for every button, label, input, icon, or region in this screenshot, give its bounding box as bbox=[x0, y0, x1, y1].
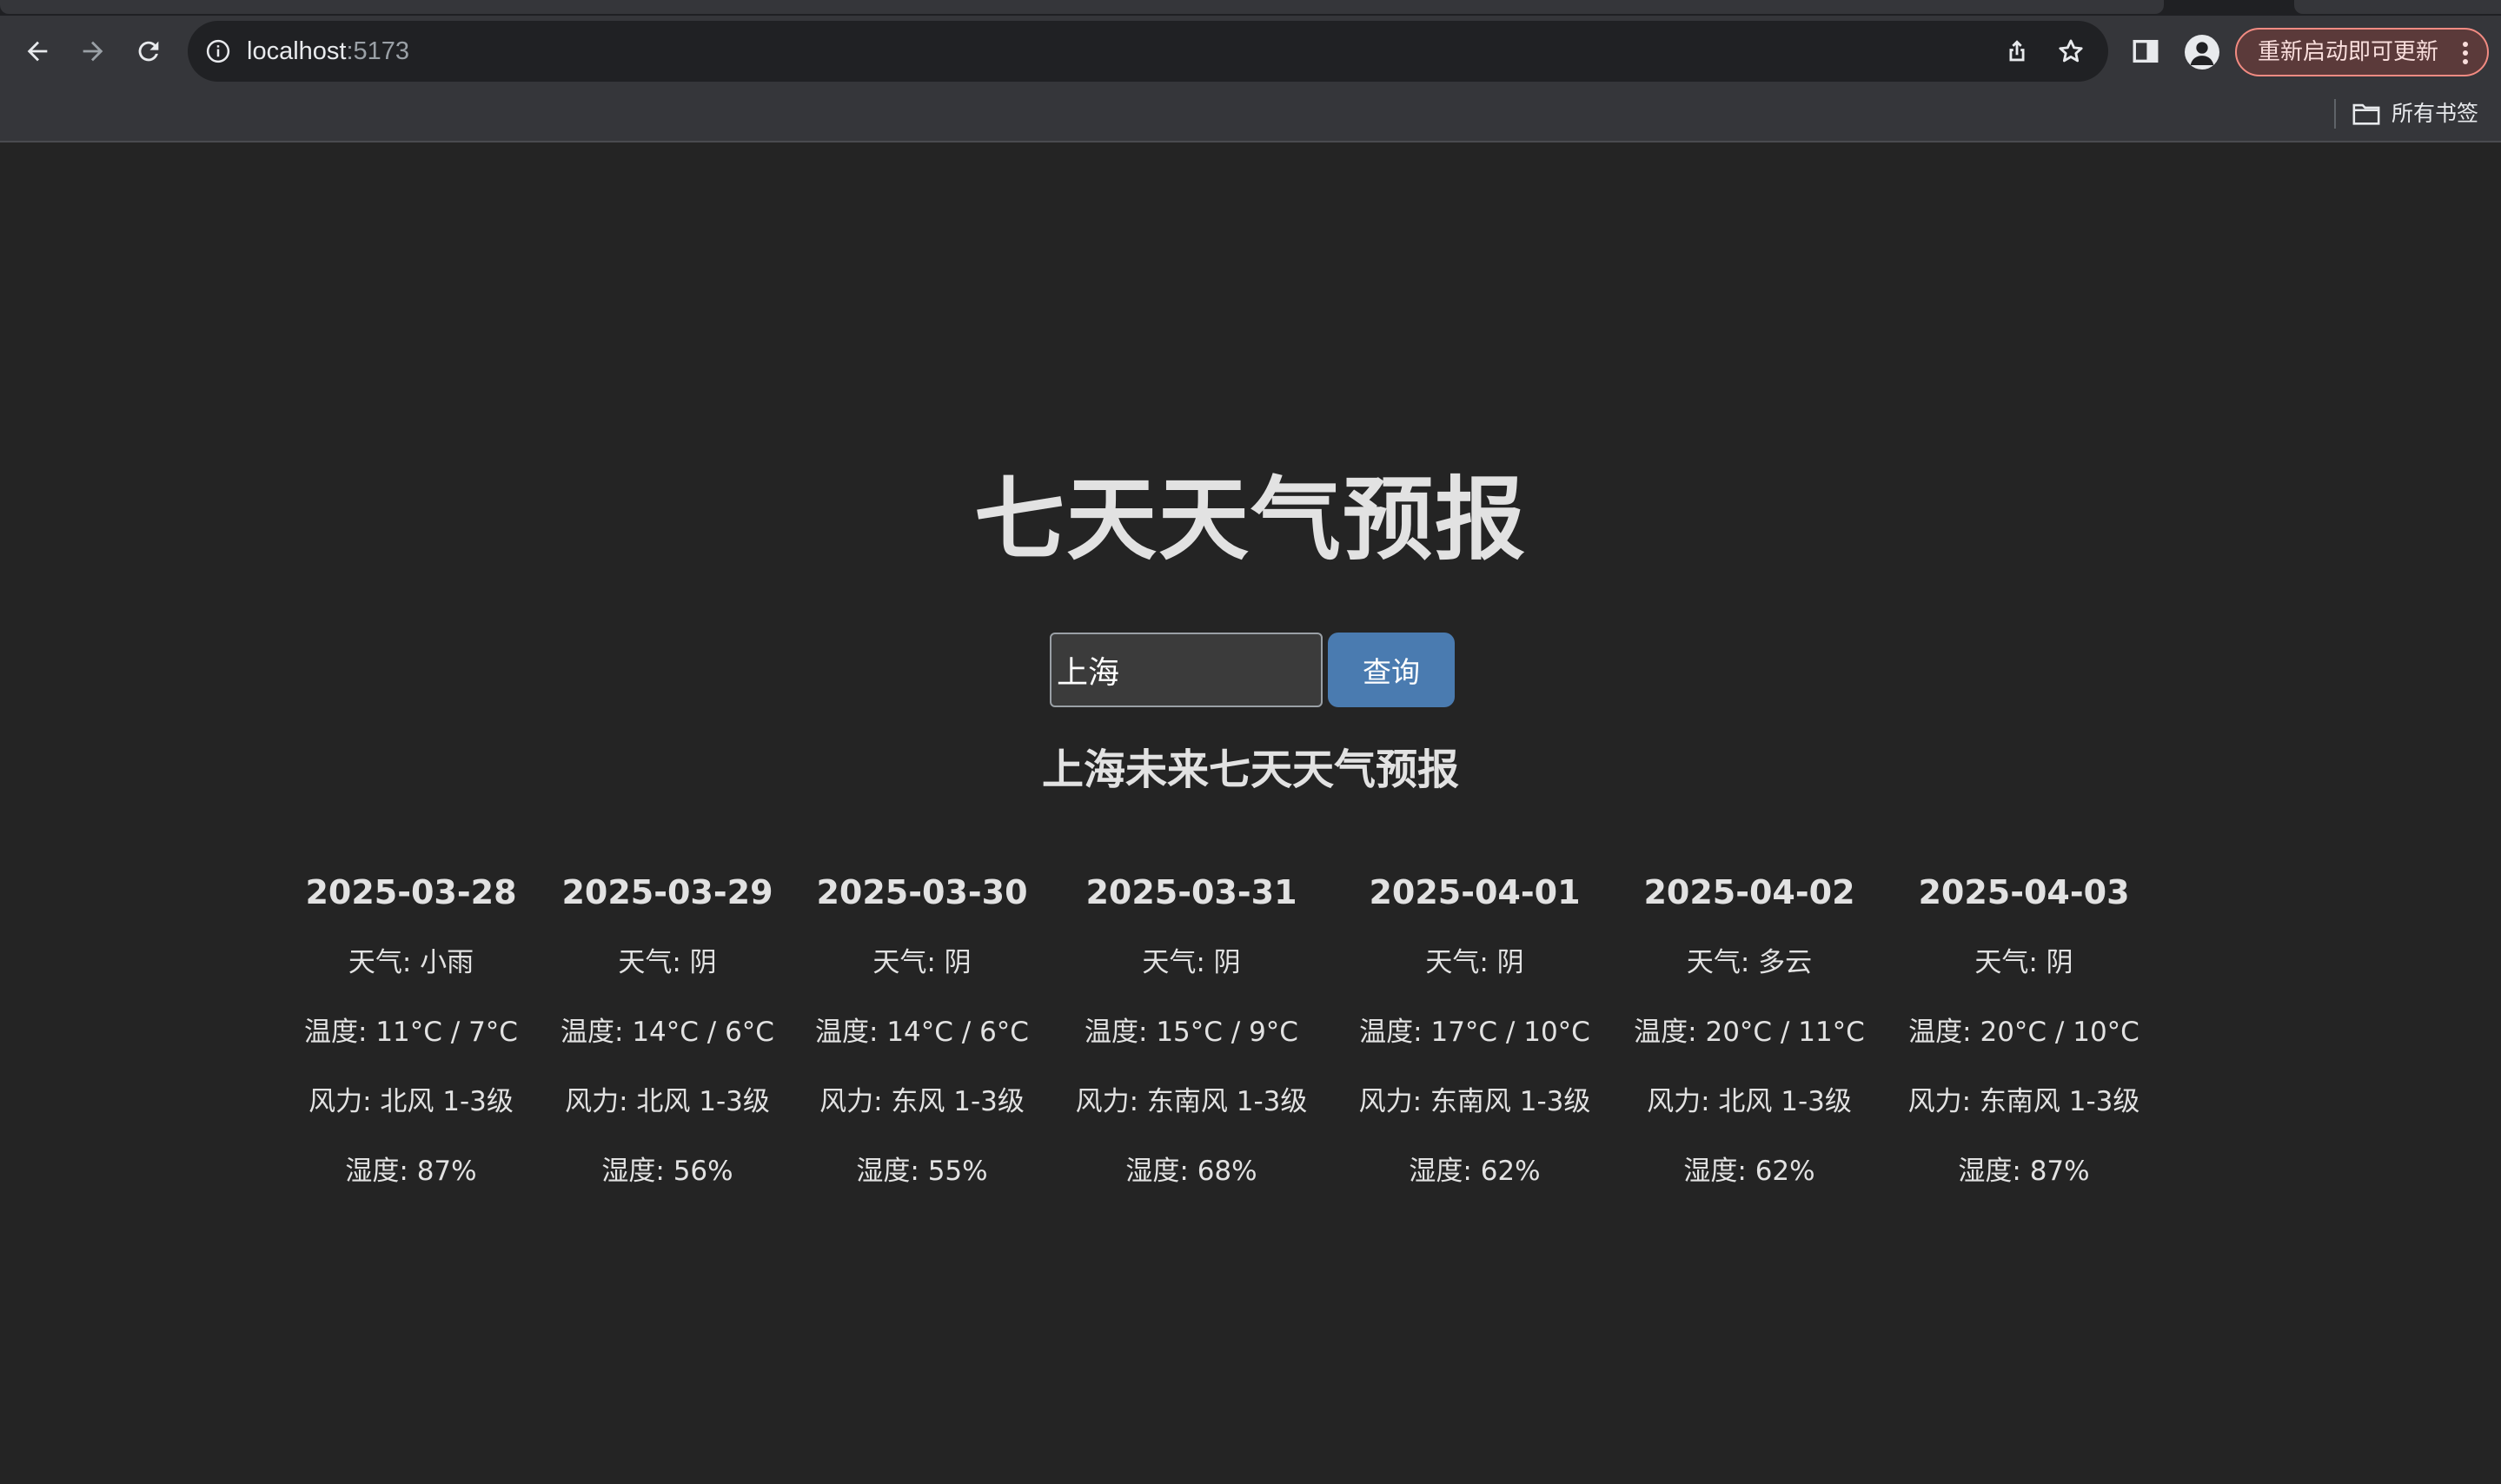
back-button[interactable] bbox=[17, 31, 57, 71]
day-temperature: 温度: 14°C / 6°C bbox=[561, 1017, 774, 1048]
address-bar[interactable]: localhost:5173 bbox=[188, 21, 2108, 82]
star-icon[interactable] bbox=[2056, 36, 2086, 66]
day-wind: 风力: 东南风 1-3级 bbox=[1075, 1086, 1308, 1117]
update-label: 重新启动即可更新 bbox=[2258, 39, 2439, 65]
all-bookmarks-link[interactable]: 所有书签 bbox=[2392, 101, 2478, 127]
search-bar: 查询 bbox=[1050, 633, 1455, 707]
forecast-day: 2025-03-30 天气: 阴 温度: 14°C / 6°C 风力: 东风 1… bbox=[815, 871, 1029, 1189]
day-temperature: 温度: 17°C / 10°C bbox=[1359, 1017, 1590, 1048]
day-humidity: 湿度: 68% bbox=[1125, 1156, 1257, 1187]
profile-avatar-icon[interactable] bbox=[2185, 35, 2219, 70]
info-icon[interactable] bbox=[205, 38, 231, 64]
reload-button[interactable] bbox=[129, 31, 169, 71]
forecast-day: 2025-04-01 天气: 阴 温度: 17°C / 10°C 风力: 东南风… bbox=[1359, 871, 1591, 1189]
forecast-heading: 上海未来七天天气预报 bbox=[1041, 745, 1459, 794]
city-input[interactable] bbox=[1050, 633, 1323, 707]
restart-to-update-button[interactable]: 重新启动即可更新 bbox=[2235, 28, 2489, 76]
day-weather: 天气: 阴 bbox=[618, 947, 717, 978]
person-icon bbox=[2190, 42, 2214, 65]
day-humidity: 湿度: 87% bbox=[345, 1156, 477, 1187]
more-menu-icon[interactable] bbox=[2461, 40, 2470, 66]
day-humidity: 湿度: 55% bbox=[856, 1156, 988, 1187]
day-weather: 天气: 阴 bbox=[1425, 947, 1524, 978]
day-date: 2025-04-02 bbox=[1643, 873, 1855, 911]
day-temperature: 温度: 20°C / 10°C bbox=[1908, 1017, 2139, 1048]
day-date: 2025-03-30 bbox=[816, 873, 1028, 911]
day-weather: 天气: 阴 bbox=[872, 947, 972, 978]
day-weather: 天气: 小雨 bbox=[348, 947, 474, 978]
day-wind: 风力: 北风 1-3级 bbox=[1647, 1086, 1852, 1117]
day-wind: 风力: 东南风 1-3级 bbox=[1907, 1086, 2140, 1117]
forecast-day: 2025-03-28 天气: 小雨 温度: 11°C / 7°C 风力: 北风 … bbox=[304, 871, 518, 1189]
share-icon[interactable] bbox=[2002, 36, 2032, 66]
forward-button[interactable] bbox=[73, 31, 113, 71]
day-temperature: 温度: 20°C / 11°C bbox=[1634, 1017, 1865, 1048]
day-date: 2025-03-29 bbox=[561, 873, 773, 911]
folder-icon[interactable] bbox=[2352, 101, 2381, 127]
day-humidity: 湿度: 62% bbox=[1409, 1156, 1541, 1187]
day-humidity: 湿度: 87% bbox=[1958, 1156, 2090, 1187]
day-date: 2025-04-03 bbox=[1918, 873, 2130, 911]
day-date: 2025-03-28 bbox=[305, 873, 517, 911]
day-wind: 风力: 东风 1-3级 bbox=[819, 1086, 1025, 1117]
day-temperature: 温度: 11°C / 7°C bbox=[304, 1017, 518, 1048]
query-button[interactable]: 查询 bbox=[1328, 633, 1455, 707]
day-wind: 风力: 北风 1-3级 bbox=[308, 1086, 514, 1117]
day-temperature: 温度: 14°C / 6°C bbox=[815, 1017, 1029, 1048]
arrow-right-icon bbox=[83, 41, 103, 62]
tab-strip bbox=[0, 0, 2501, 16]
page-content: 七天天气预报 查询 上海未来七天天气预报 2025-03-28 天气: 小雨 温… bbox=[0, 144, 2501, 1484]
side-panel-icon[interactable] bbox=[2131, 36, 2160, 66]
day-humidity: 湿度: 62% bbox=[1683, 1156, 1815, 1187]
tab-strip-bar bbox=[0, 0, 2164, 14]
browser-toolbar: localhost:5173 重新启动即可更新 bbox=[0, 16, 2501, 87]
day-wind: 风力: 东南风 1-3级 bbox=[1358, 1086, 1591, 1117]
forecast-day: 2025-04-03 天气: 阴 温度: 20°C / 10°C 风力: 东南风… bbox=[1908, 871, 2140, 1189]
bookmarks-bar: 所有书签 bbox=[0, 87, 2501, 142]
forecast-day: 2025-04-02 天气: 多云 温度: 20°C / 11°C 风力: 北风… bbox=[1634, 871, 1865, 1189]
forecast-day: 2025-03-29 天气: 阴 温度: 14°C / 6°C 风力: 北风 1… bbox=[561, 871, 774, 1189]
url-text[interactable]: localhost:5173 bbox=[247, 36, 409, 66]
day-weather: 天气: 阴 bbox=[1142, 947, 1241, 978]
reload-icon bbox=[138, 41, 159, 62]
bookmarks-separator bbox=[2334, 99, 2336, 129]
url-port: :5173 bbox=[346, 37, 410, 65]
day-date: 2025-03-31 bbox=[1085, 873, 1297, 911]
day-humidity: 湿度: 56% bbox=[601, 1156, 733, 1187]
day-date: 2025-04-01 bbox=[1369, 873, 1581, 911]
url-host: localhost bbox=[247, 37, 347, 65]
forecast-day: 2025-03-31 天气: 阴 温度: 15°C / 9°C 风力: 东南风 … bbox=[1076, 871, 1308, 1189]
page-title: 七天天气预报 bbox=[973, 467, 1527, 573]
day-wind: 风力: 北风 1-3级 bbox=[565, 1086, 770, 1117]
tab-strip-bar-right bbox=[2294, 0, 2501, 14]
day-weather: 天气: 多云 bbox=[1686, 947, 1813, 978]
arrow-left-icon bbox=[27, 41, 48, 62]
day-weather: 天气: 阴 bbox=[1974, 947, 2073, 978]
day-temperature: 温度: 15°C / 9°C bbox=[1085, 1017, 1298, 1048]
